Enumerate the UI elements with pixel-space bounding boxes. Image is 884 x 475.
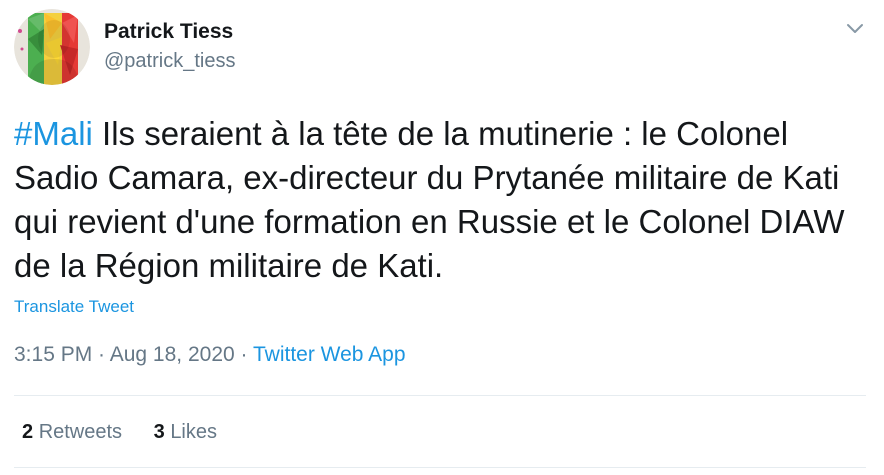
- author-name[interactable]: Patrick Tiess: [104, 20, 233, 44]
- tweet-date[interactable]: Aug 18, 2020: [110, 343, 235, 366]
- tweet-time[interactable]: 3:15 PM: [14, 343, 92, 366]
- tweet-stats: 2 Retweets 3 Likes: [22, 421, 243, 444]
- meta-separator: ·: [92, 343, 110, 366]
- avatar-image: [14, 9, 90, 85]
- meta-separator: ·: [234, 343, 253, 366]
- tweet-card: Patrick Tiess @patrick_tiess #Mali Ils s…: [0, 0, 884, 475]
- translate-tweet-link[interactable]: Translate Tweet: [14, 297, 134, 317]
- likes-label: Likes: [170, 421, 218, 443]
- tweet-source-link[interactable]: Twitter Web App: [253, 343, 406, 366]
- chevron-down-icon[interactable]: [842, 18, 868, 40]
- likes-stat[interactable]: 3 Likes: [154, 421, 217, 444]
- avatar[interactable]: [14, 9, 90, 85]
- retweets-count: 2: [22, 421, 34, 443]
- retweets-stat[interactable]: 2 Retweets: [22, 421, 122, 444]
- tweet-body: Ils seraient à la tête de la mutinerie :…: [14, 115, 845, 284]
- likes-count: 3: [153, 421, 165, 443]
- divider: [14, 395, 866, 396]
- hashtag-link[interactable]: #Mali: [14, 115, 93, 152]
- tweet-text: #Mali Ils seraient à la tête de la mutin…: [14, 112, 874, 288]
- author-handle[interactable]: @patrick_tiess: [104, 50, 235, 73]
- divider: [14, 467, 866, 468]
- retweets-label: Retweets: [38, 421, 123, 443]
- tweet-meta: 3:15 PM · Aug 18, 2020 · Twitter Web App: [14, 343, 406, 367]
